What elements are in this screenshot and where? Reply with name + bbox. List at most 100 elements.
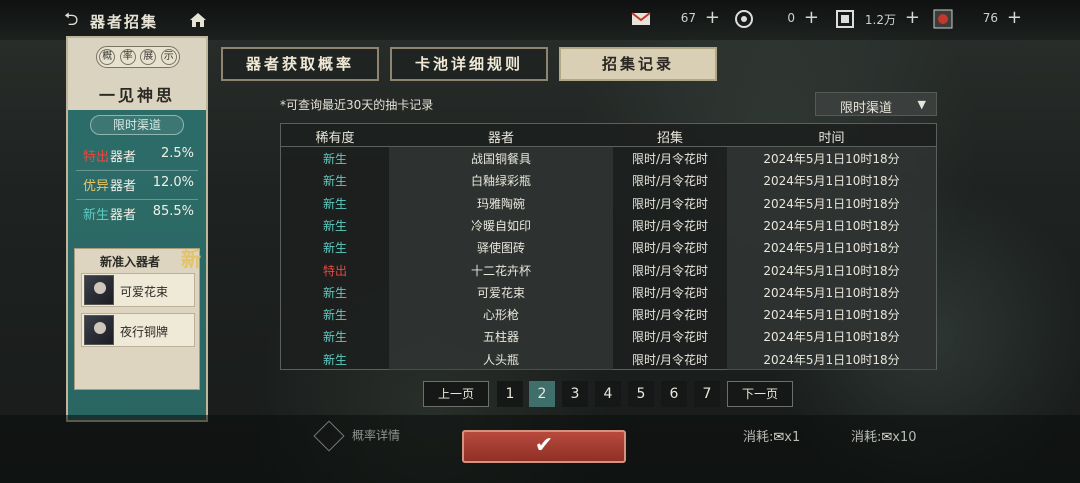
records-table: 稀有度 器者 招集 时间 新生 战国铜餐具限时/月令花时 2024年5月1日10时1… [280, 123, 937, 370]
rarity-tag: 特出 [83, 150, 110, 165]
header-recruit: 招集 [656, 131, 683, 146]
cell-name: 人头瓶 [482, 352, 519, 367]
cell-time: 2024年5月1日10时18分 [763, 330, 900, 345]
avatar [84, 275, 114, 305]
cell-time: 2024年5月1日10时18分 [763, 152, 900, 166]
label-char: 示 [160, 49, 177, 65]
resource-value: 1.2万 [864, 13, 896, 27]
cell-recruit: 限时/月令花时 [631, 352, 709, 367]
new-item-name: 可爱花束 [120, 285, 169, 299]
cost-label: 消耗: [851, 430, 882, 445]
table-row: 新生 心形枪 限时/月令花时 2024年5月1日10时18分 [281, 303, 936, 325]
new-item[interactable]: 夜行铜牌 [81, 313, 195, 347]
cell-time: 2024年5月1日10时18分 [763, 174, 900, 189]
cell-name: 白釉绿彩瓶 [470, 174, 531, 189]
table-row: 新生 人头瓶 限时/月令花时 2024年5月1日10时18分 [281, 348, 936, 370]
cell-name: 十二花卉杯 [470, 263, 531, 278]
cell-name: 战国铜餐具 [470, 152, 531, 166]
cost-label: 消耗: [743, 430, 774, 445]
probability-detail-link[interactable]: 概率详情 [313, 420, 401, 452]
next-page-button[interactable]: 下一页 [727, 381, 793, 407]
cell-name: 冷暖自如印 [470, 218, 531, 233]
coin-icon [735, 10, 753, 28]
page-title: 器者招集 [90, 13, 159, 31]
table-row: 新生 驿使图砖 限时/月令花时 2024年5月1日10时18分 [281, 236, 936, 258]
cell-rarity: 新生 [322, 330, 347, 345]
top-bar: ⮌ 器者招集 67 + 0 + 1.2万 + 76 + [0, 0, 1080, 40]
rarity-tag: 优异 [83, 179, 110, 194]
page-3[interactable]: 3 [562, 381, 588, 407]
resource-gem: 76 + [932, 8, 1022, 30]
add-token-button[interactable]: + [905, 8, 920, 28]
table-row: 新生 玛雅陶碗 限时/月令花时 2024年5月1日10时18分 [281, 192, 936, 214]
header-time: 时间 [818, 131, 845, 146]
confirm-button[interactable]: ✔ [462, 430, 626, 463]
channel-badge: 限时渠道 [90, 115, 184, 135]
cell-time: 2024年5月1日10时18分 [763, 196, 900, 211]
tab-records[interactable]: 招集记录 [559, 47, 717, 81]
resource-ticket: 67 + [630, 8, 720, 30]
new-items-box: 新准入器者 新 可爱花束 夜行铜牌 [74, 247, 201, 390]
new-item[interactable]: 可爱花束 [81, 273, 195, 307]
rarity-label: 器者 [110, 208, 137, 223]
table-row: 特出 十二花卉杯 限时/月令花时 2024年5月1日10时18分 [281, 259, 936, 281]
probability-panel: 概 率 展 示 一见神思 限时渠道 特出 器者 2.5% 优异 器者 12.0%… [66, 36, 208, 422]
info-icon [313, 420, 345, 452]
label-char: 概 [99, 49, 116, 65]
table-row: 新生 冷暖自如印 限时/月令花时 2024年5月1日10时18分 [281, 214, 936, 236]
tab-probability[interactable]: 器者获取概率 [221, 47, 379, 81]
probability-detail-label: 概率详情 [352, 428, 401, 443]
triangle-down-icon: ▼ [917, 98, 926, 111]
resource-coin: 0 + [733, 8, 819, 30]
page-2[interactable]: 2 [529, 381, 555, 407]
cell-time: 2024年5月1日10时18分 [763, 308, 900, 323]
table-row: 新生 可爱花束 限时/月令花时 2024年5月1日10时18分 [281, 281, 936, 303]
channel-filter-dropdown[interactable]: 限时渠道 ▼ [815, 92, 937, 116]
cell-name: 驿使图砖 [476, 241, 525, 256]
header-rarity: 稀有度 [315, 131, 355, 146]
page-4[interactable]: 4 [595, 381, 621, 407]
probability-display-label: 概 率 展 示 [96, 46, 180, 68]
prev-page-button[interactable]: 上一页 [423, 381, 489, 407]
resource-value: 0 [787, 11, 795, 25]
home-icon[interactable] [188, 10, 208, 30]
add-ticket-button[interactable]: + [705, 8, 720, 28]
label-char: 率 [119, 49, 136, 65]
rate-row-special: 特出 器者 2.5% [82, 146, 194, 166]
avatar [84, 315, 114, 345]
add-gem-button[interactable]: + [1007, 8, 1022, 28]
cell-rarity: 新生 [322, 285, 347, 300]
new-badge: 新 [181, 247, 201, 271]
cell-name: 可爱花束 [476, 285, 525, 300]
tab-rules[interactable]: 卡池详细规则 [390, 47, 548, 81]
rate-row-excellent: 优异 器者 12.0% [82, 175, 194, 195]
gem-icon [933, 9, 953, 29]
cell-recruit: 限时/月令花时 [631, 174, 709, 189]
cell-time: 2024年5月1日10时18分 [763, 285, 900, 300]
cell-rarity: 新生 [322, 308, 347, 323]
divider [76, 170, 198, 171]
cost-ten: 消耗:✉x10 [851, 426, 917, 445]
cell-name: 心形枪 [482, 308, 519, 323]
filter-value: 限时渠道 [840, 101, 893, 116]
cell-rarity: 特出 [322, 263, 347, 278]
page-6[interactable]: 6 [661, 381, 687, 407]
rarity-label: 器者 [110, 150, 137, 165]
cell-recruit: 限时/月令花时 [631, 330, 709, 345]
table-row: 新生 五柱器 限时/月令花时 2024年5月1日10时18分 [281, 325, 936, 347]
table-row: 新生 战国铜餐具 限时/月令花时 2024年5月1日10时18分 [281, 147, 936, 169]
divider [76, 199, 198, 200]
cell-recruit: 限时/月令花时 [631, 218, 709, 233]
pool-title: 一见神思 [98, 86, 175, 105]
page-1[interactable]: 1 [497, 381, 523, 407]
page-5[interactable]: 5 [628, 381, 654, 407]
cell-rarity: 新生 [322, 152, 347, 166]
add-coin-button[interactable]: + [804, 8, 819, 28]
back-arrow-icon[interactable]: ⮌ [64, 10, 86, 30]
cell-rarity: 新生 [322, 218, 347, 233]
header-name: 器者 [487, 131, 514, 146]
page-7[interactable]: 7 [694, 381, 720, 407]
ticket-icon: ✉ [773, 430, 785, 445]
cell-name: 玛雅陶碗 [476, 196, 525, 211]
records-note: *可查询最近30天的抽卡记录 [280, 98, 434, 112]
